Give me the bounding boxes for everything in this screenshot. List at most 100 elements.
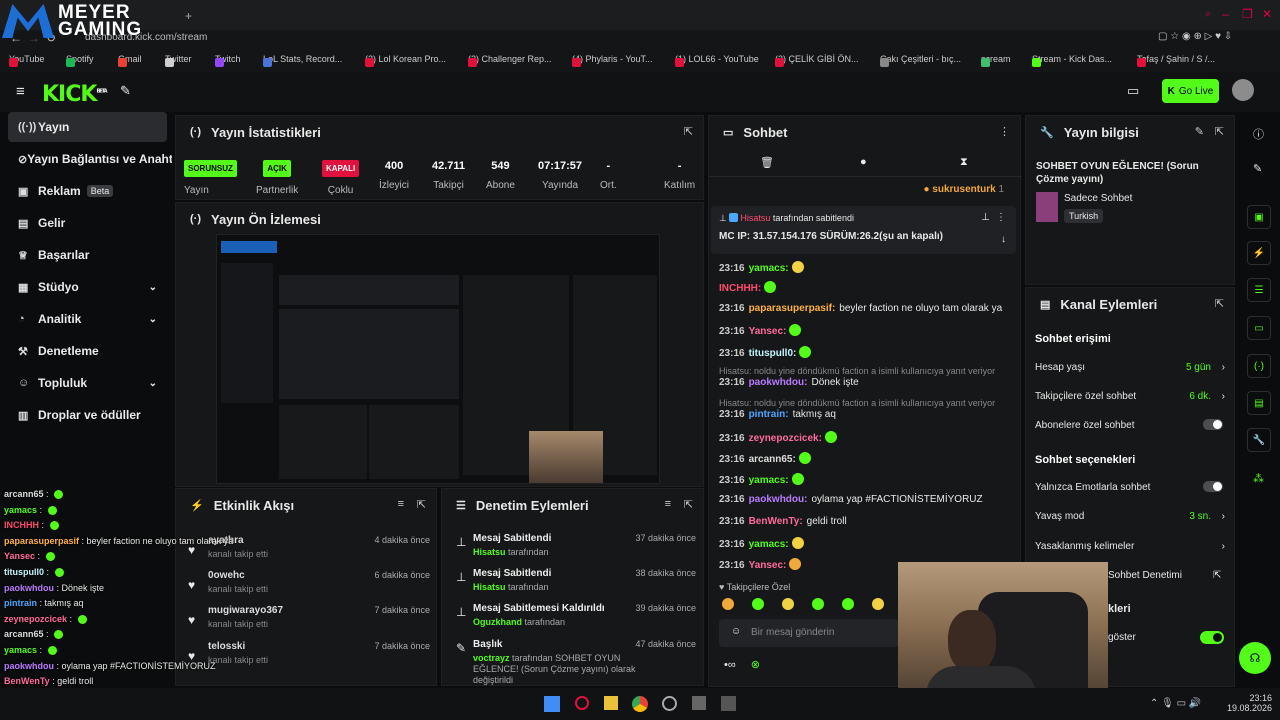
account-age-row[interactable]: Hesap yaşı 5 gün › xyxy=(1035,362,1225,373)
chat-username[interactable]: Yansec: xyxy=(749,326,787,337)
minimize-icon[interactable]: – xyxy=(1222,7,1229,21)
panel-layout-icon[interactable]: ▭ xyxy=(1127,83,1139,99)
sidebar-item-droplar[interactable]: ▥ Droplar ve ödüller xyxy=(8,400,167,430)
emoji-icon[interactable]: ☺ xyxy=(731,626,741,637)
chat-username[interactable]: paokwhdou: xyxy=(749,494,808,505)
edit-icon[interactable]: ✎ xyxy=(1195,125,1204,138)
hamburger-icon[interactable]: ≡ xyxy=(16,83,25,100)
sidebar-item-reklam[interactable]: ▣ Reklam Beta xyxy=(8,176,167,206)
close-icon[interactable]: ✕ xyxy=(1262,7,1272,21)
sidebar-item-studyo[interactable]: ▦ Stüdyo ⌄ xyxy=(8,272,167,302)
chat-username[interactable]: paokwhdou: xyxy=(749,377,808,388)
bookmark-item[interactable]: Twitter xyxy=(165,54,192,67)
bookmark-item[interactable]: Stream - Kick Das... xyxy=(1032,54,1112,67)
chat-username[interactable]: paparasuperpasif: xyxy=(749,303,836,314)
windows-start-icon[interactable] xyxy=(544,696,560,712)
slow-mode-row[interactable]: Yavaş mod 3 sn. › xyxy=(1035,511,1225,522)
filter-icon[interactable]: ≡ xyxy=(398,498,404,510)
bookmark-item[interactable]: (2) Challenger Rep... xyxy=(468,54,552,67)
sidebar-item-basarilar[interactable]: ♕ Başarılar xyxy=(8,240,167,270)
info-icon[interactable]: ⓘ xyxy=(1253,126,1264,142)
new-tab-button[interactable]: + xyxy=(185,9,192,23)
support-button[interactable]: ☊ xyxy=(1239,642,1271,674)
expand-icon[interactable]: ↓ xyxy=(1001,234,1006,245)
emote-bar[interactable] xyxy=(719,597,889,613)
external-link-icon[interactable]: ⇱ xyxy=(1213,570,1221,581)
clear-icon[interactable]: ⊗ xyxy=(751,659,760,671)
chat-moderation-link[interactable]: Sohbet Denetimi xyxy=(1108,570,1182,581)
bolt-icon[interactable]: ⚡ xyxy=(1247,241,1271,265)
chat-username[interactable]: BenWenTy: xyxy=(749,516,803,527)
chat-username[interactable]: yamacs: xyxy=(749,475,789,486)
message-icon[interactable]: ● xyxy=(860,156,867,168)
chat-message[interactable]: 23:16 paokwhdou: oylama yap #FACTIONİSTEMİ… xyxy=(719,494,983,505)
bookmark-item[interactable]: (2) ÇELİK GİBİ ÖN... xyxy=(775,54,859,67)
chat-input[interactable]: ☺ Bir mesaj gönderin xyxy=(719,619,899,647)
chat-message[interactable]: 23:16 arcann65: xyxy=(719,452,811,465)
chat-message[interactable]: 23:16 zeynepozcicek: xyxy=(719,431,837,444)
broadcast-icon[interactable]: (·) xyxy=(1247,354,1271,378)
hourglass-icon[interactable]: ⧗ xyxy=(960,156,968,169)
sidebar-item-gelir[interactable]: ▤ Gelir xyxy=(8,208,167,238)
chat-message[interactable]: 23:16 BenWenTy: geldi troll xyxy=(719,516,847,527)
bookmark-item[interactable]: (2) Lol Korean Pro... xyxy=(365,54,446,67)
chrome-icon[interactable] xyxy=(632,696,648,712)
sidebar-item-yayin[interactable]: ((·)) Yayın xyxy=(8,112,167,142)
avatar[interactable] xyxy=(1232,79,1254,101)
bookmark-item[interactable]: (4) Phylaris - YouT... xyxy=(572,54,653,67)
show-toggle[interactable] xyxy=(1200,631,1224,644)
popout-icon[interactable]: ⇱ xyxy=(1215,125,1224,138)
chat-icon[interactable]: ▭ xyxy=(1247,316,1271,340)
category-name[interactable]: Sadece Sohbet xyxy=(1064,193,1132,204)
chat-username[interactable]: yamacs: xyxy=(749,263,789,274)
chat-message[interactable]: 23:16 yamacs: xyxy=(719,473,804,486)
obs-icon[interactable] xyxy=(662,696,677,711)
stream-preview-video[interactable] xyxy=(216,234,660,484)
chat-message[interactable]: 23:16 yamacs: xyxy=(719,261,804,274)
chat-message[interactable]: INCHHH: xyxy=(719,281,777,294)
trash-icon[interactable]: 🗑 xyxy=(760,156,774,169)
list-icon[interactable]: ☰ xyxy=(1247,278,1271,302)
chat-message[interactable]: 23:16 Yansec: xyxy=(719,558,802,571)
chat-username[interactable]: INCHHH: xyxy=(719,283,761,294)
app-icon[interactable] xyxy=(692,696,706,710)
stack-icon[interactable]: ▤ xyxy=(1247,391,1271,415)
sidebar-item-denetleme[interactable]: ⚒ Denetleme xyxy=(8,336,167,366)
bookmark-item[interactable]: scream xyxy=(981,54,1011,67)
popout-icon[interactable]: ⇱ xyxy=(684,125,693,138)
chat-username[interactable]: zeynepozcicek: xyxy=(749,433,822,444)
chat-message[interactable]: 23:16 Yansec: xyxy=(719,324,802,337)
tray-icons[interactable]: ⌃ 🎙 ▭ 🔊 xyxy=(1150,698,1201,709)
maximize-icon[interactable]: ❐ xyxy=(1242,7,1253,21)
chat-settings-icons[interactable]: •∞ ⊗ xyxy=(724,658,760,671)
wrench-icon[interactable]: 🔧 xyxy=(1247,428,1271,452)
chat-username[interactable]: pintrain: xyxy=(749,409,789,420)
bookmark-item[interactable]: Gmail xyxy=(118,54,142,67)
bookmark-item[interactable]: Spotify xyxy=(66,54,94,67)
file-explorer-icon[interactable] xyxy=(604,696,618,710)
bookmark-item[interactable]: (1) LOL66 - YouTube xyxy=(675,54,759,67)
sidebar-item-analitik[interactable]: ◔ Analitik ⌄ xyxy=(8,304,167,334)
unpin-icon[interactable]: ⊥ xyxy=(981,212,990,223)
kick-k-icon[interactable]: ⁂ xyxy=(1253,472,1264,485)
emote-only-toggle[interactable] xyxy=(1203,481,1223,492)
popout-icon[interactable]: ⇱ xyxy=(1215,297,1224,310)
more-icon[interactable]: ⋮ xyxy=(996,212,1006,223)
opera-icon[interactable] xyxy=(575,696,589,710)
bookmark-item[interactable]: LoL Stats, Record... xyxy=(263,54,342,67)
chat-username[interactable]: tituspull0: xyxy=(749,348,797,359)
more-icon[interactable]: ⋮ xyxy=(999,125,1010,138)
chat-message[interactable]: 23:16 tituspull0: xyxy=(719,346,812,359)
app-icon[interactable] xyxy=(721,696,736,711)
chat-message[interactable]: 23:16 paparasuperpasif: beyler faction ne … xyxy=(719,303,1002,314)
panel-toggle-icon[interactable]: ▣ xyxy=(1247,205,1271,229)
chat-username[interactable]: yamacs: xyxy=(749,539,789,550)
kick-logo[interactable]: KICK xyxy=(42,82,97,107)
search-icon[interactable]: ⌕ xyxy=(1205,8,1211,21)
chat-message[interactable]: 23:16 yamacs: xyxy=(719,537,804,550)
chat-mode-icon[interactable]: •∞ xyxy=(724,659,736,671)
popout-icon[interactable]: ⇱ xyxy=(417,498,426,511)
extension-icon[interactable]: ▢ ☆ ◉ ⊕ ▷ ♥ ⇩ xyxy=(1158,31,1232,42)
bookmark-item[interactable]: Twitch xyxy=(215,54,241,67)
chat-message[interactable]: 23:16 pintrain: takmış aq xyxy=(719,409,836,420)
